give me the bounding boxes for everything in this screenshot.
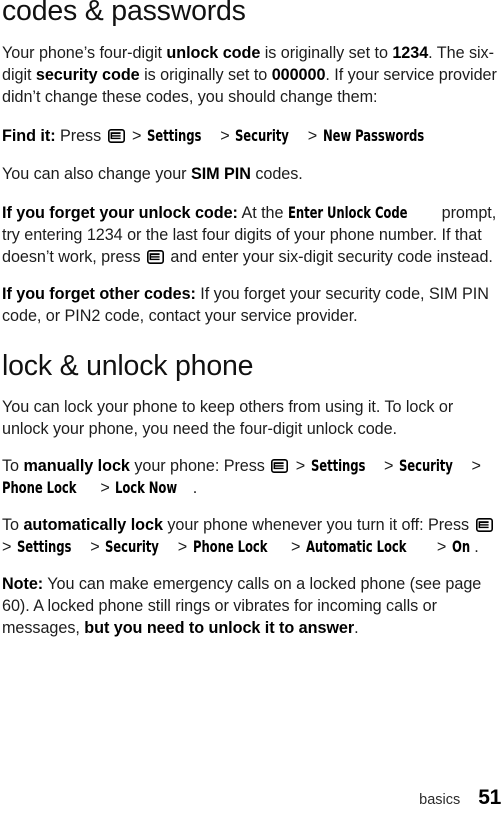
emphasis-text: security code xyxy=(35,65,140,84)
paragraph-forgot-other-codes: If you forget other codes: If you forget… xyxy=(2,283,501,328)
manual-page: codes & passwords Your phone’s four-digi… xyxy=(0,0,503,816)
menu-path-label: Security xyxy=(398,455,453,475)
menu-key-icon xyxy=(475,517,493,532)
find-it-label: Find it: xyxy=(2,126,56,145)
body-text: . xyxy=(474,538,479,557)
emphasis-text: but you need to unlock it to answer xyxy=(84,619,355,638)
paragraph-codes-intro: Your phone’s four-digit unlock code is o… xyxy=(2,42,501,109)
body-text: and enter your six-digit security code i… xyxy=(165,248,493,267)
menu-path-label: Settings xyxy=(146,125,202,145)
menu-key-icon xyxy=(271,458,289,473)
menu-key-icon xyxy=(107,128,125,143)
menu-path-label: Security xyxy=(105,537,159,557)
emphasis-text: If you forget your unlock code: xyxy=(2,203,238,222)
emphasis-text: 000000 xyxy=(271,65,326,84)
paragraph-automatically-lock-path: To automatically lock your phone wheneve… xyxy=(2,514,501,559)
path-separator: > xyxy=(432,538,451,557)
menu-path-label: On xyxy=(451,537,470,557)
menu-path-label: Phone Lock xyxy=(2,478,77,498)
menu-path-label: New Passwords xyxy=(322,125,424,145)
body-text: codes. xyxy=(250,165,303,184)
paragraph-forgot-unlock-code: If you forget your unlock code: At the E… xyxy=(2,202,501,269)
menu-path-label: Security xyxy=(235,125,289,145)
emphasis-text: 1234 xyxy=(392,43,429,62)
path-separator: > xyxy=(95,479,115,498)
page-title-codes-and-passwords: codes & passwords xyxy=(2,0,246,27)
body-text: To xyxy=(2,515,24,534)
path-separator: > xyxy=(291,456,310,475)
emphasis-text: SIM PIN xyxy=(190,165,251,184)
body-text: To xyxy=(2,456,24,475)
menu-path-label: Enter Unlock Code xyxy=(287,202,408,222)
paragraph-sim-pin: You can also change your SIM PIN codes. xyxy=(2,163,501,185)
paragraph-find-it-path: Find it: Press > Settings > Security > N… xyxy=(2,125,501,147)
menu-path-label: Settings xyxy=(310,455,365,475)
paragraph-manually-lock-path: To manually lock your phone: Press > Set… xyxy=(2,455,501,500)
footer-page-number: 51 xyxy=(478,786,501,809)
paragraph-lock-intro: You can lock your phone to keep others f… xyxy=(2,396,501,441)
body-text: your phone whenever you turn it off: Pre… xyxy=(162,515,474,534)
page-footer: basics 51 xyxy=(0,786,501,810)
emphasis-text: If you forget other codes: xyxy=(2,284,196,303)
footer-chapter-name: basics xyxy=(419,792,461,808)
body-text: your phone: Press xyxy=(129,456,270,475)
find-it-press-text: Press xyxy=(55,126,106,145)
body-text: . xyxy=(192,479,198,498)
path-separator: > xyxy=(85,538,105,557)
menu-path-label: Settings xyxy=(16,537,72,557)
emphasis-text: manually lock xyxy=(23,456,130,475)
page-title-lock-and-unlock-phone: lock & unlock phone xyxy=(2,349,254,382)
path-separator: > xyxy=(173,538,192,557)
emphasis-text: unlock code xyxy=(166,43,261,62)
menu-key-icon xyxy=(146,250,164,265)
menu-path-label: Lock Now xyxy=(115,478,178,498)
body-text: At the xyxy=(237,203,288,222)
body-text: is originally set to xyxy=(260,43,393,62)
path-separator: > xyxy=(215,126,235,145)
path-separator: > xyxy=(127,126,146,145)
emphasis-text: Note: xyxy=(2,574,44,593)
path-separator: > xyxy=(303,126,322,145)
menu-path-label: Automatic Lock xyxy=(305,537,407,557)
body-text: You can lock your phone to keep others f… xyxy=(2,398,454,439)
body-text: is originally set to xyxy=(139,65,272,84)
body-text: You can also change your xyxy=(2,165,191,184)
path-separator: > xyxy=(379,456,398,475)
menu-path-label: Phone Lock xyxy=(192,537,268,557)
emphasis-text: automatically lock xyxy=(23,515,163,534)
body-text: . xyxy=(354,619,359,638)
path-separator: > xyxy=(286,538,305,557)
body-text: Your phone’s four-digit xyxy=(2,43,167,62)
paragraph-note: Note: You can make emergency calls on a … xyxy=(2,573,501,640)
path-separator: > xyxy=(467,456,481,475)
